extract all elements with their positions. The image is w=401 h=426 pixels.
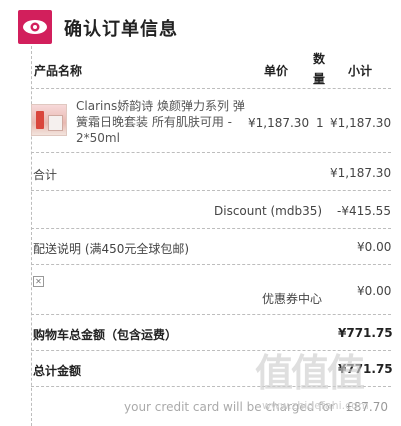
divider [31, 228, 391, 229]
column-header-qty-line2: 量 [313, 72, 326, 86]
divider [31, 314, 391, 315]
left-dashed-border [31, 46, 32, 426]
discount-value: -¥415.55 [337, 204, 391, 218]
eye-icon [18, 10, 52, 44]
divider [31, 190, 391, 191]
cart-total-value: ¥771.75 [338, 326, 393, 340]
shipping-value: ¥0.00 [357, 240, 392, 254]
coupon-checkbox-icon[interactable]: ✕ [33, 276, 44, 287]
column-header-subtotal: 小计 [348, 64, 373, 78]
coupon-value: ¥0.00 [357, 284, 392, 298]
product-subtotal: ¥1,187.30 [330, 116, 392, 130]
order-header: 确认订单信息 [18, 10, 401, 44]
total-value: ¥1,187.30 [330, 166, 392, 180]
product-qty: 1 [316, 116, 324, 130]
watermark-url: www.zhidefahi.com [262, 399, 369, 412]
cart-total-label: 购物车总金额（包含运费） [33, 328, 178, 342]
shipping-label: 配送说明 (满450元全球包邮) [33, 242, 190, 256]
column-header-qty-line1: 数 [313, 52, 326, 66]
coupon-center-link[interactable]: 优惠券中心 [262, 290, 322, 307]
product-thumbnail[interactable] [31, 104, 67, 136]
discount-label: Discount (mdb35) [214, 204, 323, 218]
column-header-unit-price: 单价 [264, 64, 289, 78]
watermark-logo: 值值值 [255, 351, 365, 395]
total-label: 合计 [33, 168, 58, 182]
divider [31, 152, 391, 153]
page-title: 确认订单信息 [64, 19, 178, 40]
column-header-product: 产品名称 [34, 64, 83, 78]
divider [31, 264, 391, 265]
grand-total-label: 总计金额 [33, 364, 82, 378]
product-unit-price: ¥1,187.30 [248, 116, 310, 130]
divider [31, 88, 391, 89]
product-name-link[interactable]: Clarins娇韵诗 焕颜弹力系列 弹簧霜日晚套装 所有肌肤可用 - 2*50m… [76, 98, 246, 146]
